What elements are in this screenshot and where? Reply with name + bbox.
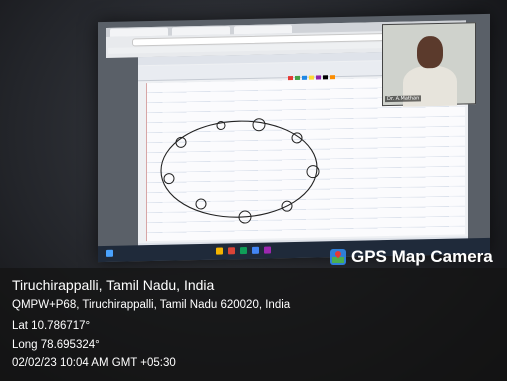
latitude-line: Lat 10.786717° bbox=[12, 320, 91, 332]
browser-tab[interactable] bbox=[172, 26, 230, 36]
browser-tab[interactable] bbox=[234, 25, 292, 35]
app-icon[interactable] bbox=[252, 246, 259, 254]
app-icon[interactable] bbox=[264, 246, 271, 254]
folder-icon[interactable] bbox=[216, 247, 223, 255]
address-line: QMPW+P68, Tiruchirappalli, Tamil Nadu 62… bbox=[12, 299, 291, 311]
app-icon[interactable] bbox=[240, 246, 247, 255]
map-pin-icon bbox=[330, 249, 346, 265]
photo: Dr. A.Mathan GPS Map Camera Tiruchirappa… bbox=[0, 0, 507, 381]
browser-tab[interactable] bbox=[110, 27, 168, 37]
projected-screen: Dr. A.Mathan bbox=[98, 13, 490, 263]
longitude-line: Long 78.695324° bbox=[12, 339, 100, 351]
video-tile: Dr. A.Mathan bbox=[382, 22, 476, 107]
start-icon[interactable] bbox=[106, 249, 113, 257]
brand-label: GPS Map Camera bbox=[351, 247, 493, 266]
location-overlay: Tiruchirappalli, Tamil Nadu, India QMPW+… bbox=[0, 268, 507, 381]
browser-icon[interactable] bbox=[228, 247, 235, 255]
timestamp-line: 02/02/23 10:04 AM GMT +05:30 bbox=[12, 357, 176, 369]
gps-watermark-brand: GPS Map Camera bbox=[330, 246, 493, 268]
presenter-face bbox=[417, 35, 443, 69]
participant-name: Dr. A.Mathan bbox=[385, 95, 422, 103]
city-line: Tiruchirappalli, Tamil Nadu, India bbox=[12, 277, 215, 293]
